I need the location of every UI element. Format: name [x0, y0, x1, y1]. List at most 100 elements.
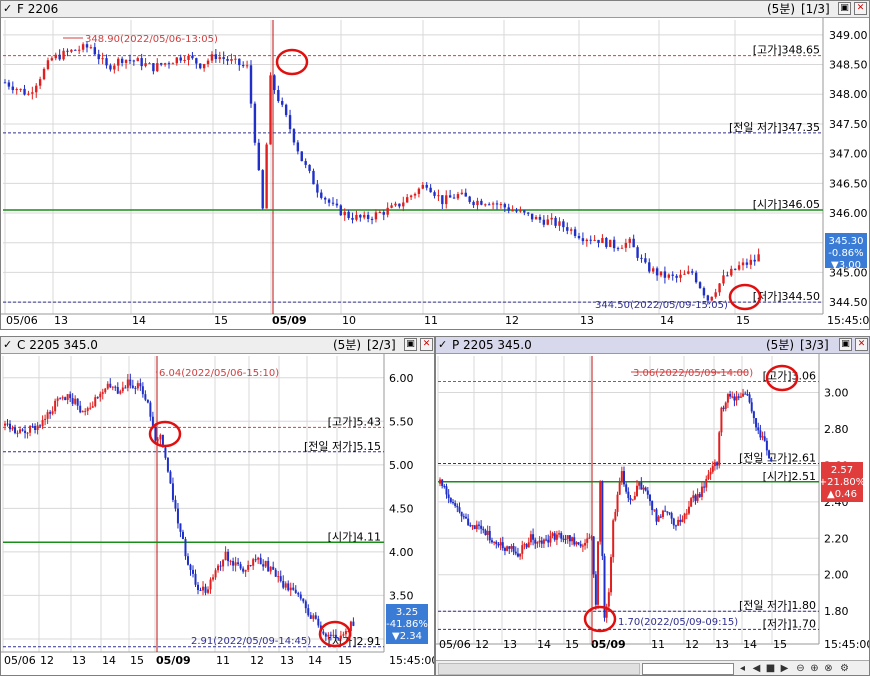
close-icon[interactable]: ✕ [420, 338, 433, 351]
candle-body [737, 265, 741, 270]
candle-body [527, 542, 530, 548]
x-tick-label: 15:45:00 [827, 314, 869, 327]
close-icon[interactable]: ✕ [854, 2, 867, 15]
candle-body [724, 402, 727, 409]
candle-body [733, 268, 737, 270]
candle-body [132, 60, 136, 62]
chart-scrollbar[interactable]: ◂ ◀ ■ ▶ ⊖ ⊕ ⊗ ⚙ [436, 660, 869, 675]
candle-body [304, 161, 307, 165]
check-icon[interactable]: ✓ [438, 337, 447, 353]
candle-body [264, 560, 267, 567]
y-tick-label: 4.50 [389, 502, 414, 515]
candle-body [238, 58, 241, 66]
zoom-out-icon[interactable]: ⊖ [794, 662, 807, 675]
candle-body [294, 589, 297, 593]
candle-body [512, 546, 515, 552]
check-icon[interactable]: ✓ [3, 337, 12, 353]
last-change: ▼3.00 [831, 260, 861, 271]
candle-body [542, 539, 545, 544]
zoom-fit-icon[interactable]: ⊗ [822, 662, 835, 675]
chart-panel-c: ✓ C 2205 345.0 (5분) [2/3] ▣ ✕ 6.00 5.50 5.… [0, 336, 435, 676]
candle-body [129, 379, 132, 386]
candle-body [199, 63, 202, 69]
y-tick-label: 2.80 [824, 423, 849, 436]
candle-body [131, 385, 134, 388]
candle-body [759, 430, 762, 438]
candle-body [176, 508, 179, 524]
candle-body [593, 239, 596, 241]
candle-body [154, 426, 157, 441]
panel-title-bar[interactable]: ✓ P 2205 345.0 (5분) [3/3] ▣ ✕ [436, 337, 869, 354]
candle-body [477, 524, 480, 526]
close-icon[interactable]: ✕ [855, 338, 868, 351]
zoom-in-icon[interactable]: ⊕ [808, 662, 821, 675]
candle-body [742, 393, 745, 397]
first-icon[interactable]: ◂ [736, 662, 749, 675]
stop-icon[interactable]: ■ [764, 662, 777, 675]
x-tick-label: 13 [72, 654, 86, 667]
x-tick-label: 15 [736, 314, 750, 327]
y-tick-label: 5.50 [389, 415, 414, 428]
candle-body [527, 212, 530, 214]
candle-body [272, 566, 275, 570]
candle-body [148, 63, 151, 65]
prev-icon[interactable]: ◀ [750, 662, 763, 675]
panel-title-bar[interactable]: ✓ F 2206 (5분) [1/3] ▣ ✕ [1, 1, 869, 18]
candle-body [179, 57, 182, 61]
panel-title: F 2206 [17, 2, 59, 16]
candle-body [469, 525, 472, 527]
candle-body [209, 579, 212, 590]
candle-body [74, 49, 77, 51]
restore-icon[interactable]: ▣ [838, 2, 851, 15]
candle-body [370, 218, 374, 220]
candle-body [19, 429, 22, 433]
restore-icon[interactable]: ▣ [404, 338, 417, 351]
y-tick-label: 349.00 [829, 29, 868, 42]
candle-body [511, 210, 514, 212]
candle-body [66, 50, 69, 52]
candle-body [464, 192, 467, 197]
check-icon[interactable]: ✓ [3, 1, 12, 17]
candle-body [34, 425, 37, 431]
candle-body [558, 221, 561, 226]
candle-body [716, 462, 719, 466]
candle-body [625, 484, 628, 492]
candle-body [451, 502, 454, 504]
scroll-track[interactable] [438, 663, 640, 675]
price-chart-p[interactable]: 3.002.802.602.402.202.001.8005/061213141… [436, 354, 869, 660]
x-tick-label: 13 [280, 654, 294, 667]
price-chart-f[interactable]: 349.00 348.50 348.00 347.50 347.00 346.50 346.… [1, 18, 869, 330]
x-tick-label: 10 [342, 314, 356, 327]
last-change-pct: +21.80% [819, 477, 866, 488]
candle-body [347, 211, 350, 218]
candle-body [46, 412, 49, 419]
candle-body [297, 592, 300, 595]
candle-body [363, 214, 366, 218]
panel-title-bar[interactable]: ✓ C 2205 345.0 (5분) [2/3] ▣ ✕ [1, 337, 434, 354]
candle-body [54, 400, 57, 412]
candle-body [249, 565, 252, 567]
candle-body [187, 55, 190, 60]
level-label: [전일 저가]347.35 [729, 120, 820, 134]
candle-body [274, 569, 277, 577]
candle-body [722, 275, 725, 284]
y-tick-label: 346.00 [829, 207, 868, 220]
x-tick-label: 05/06 [6, 314, 38, 327]
candle-body [41, 419, 44, 427]
candle-body [687, 271, 690, 274]
candle-body [194, 573, 197, 585]
candle-body [329, 634, 332, 636]
candle-body [640, 482, 643, 490]
candle-body [156, 439, 159, 441]
settings-icon[interactable]: ⚙ [838, 662, 851, 675]
candle-body [269, 75, 272, 145]
last-change: ▲0.46 [827, 489, 857, 500]
play-icon[interactable]: ▶ [778, 662, 791, 675]
scroll-thumb[interactable] [642, 663, 734, 675]
restore-icon[interactable]: ▣ [839, 338, 852, 351]
price-chart-c[interactable]: 6.005.505.004.504.003.503.0005/061213141… [1, 354, 434, 676]
panel-title: C 2205 345.0 [17, 338, 98, 352]
candle-body [744, 393, 747, 395]
candle-body [421, 184, 425, 189]
candle-body [171, 483, 174, 500]
